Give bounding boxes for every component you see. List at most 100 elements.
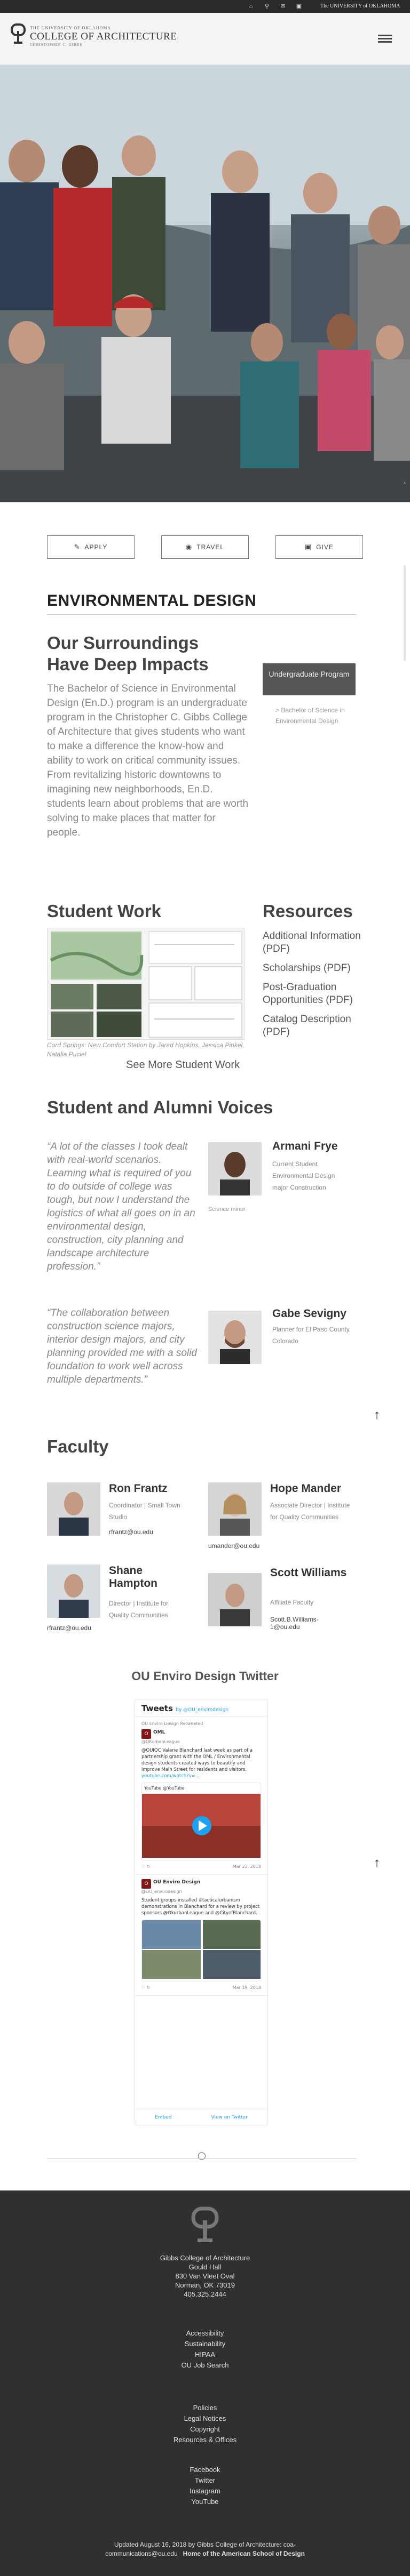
see-more-student-work-link[interactable]: See More Student Work [126,1059,240,1071]
hero-group-photo [0,65,410,502]
student-work-image[interactable] [47,928,245,1040]
search-icon[interactable]: ⚲ [264,3,270,10]
resources-heading: Resources [263,901,353,921]
faculty-email[interactable]: rfrantz@ou.edu [47,1624,91,1632]
tweet-photo-grid[interactable] [141,1920,261,1981]
avatar [47,1482,100,1536]
resource-link-additional-info[interactable]: Additional Information (PDF) [263,930,369,956]
back-to-top-arrow-icon[interactable]: ↑ [374,1856,380,1871]
back-to-top-arrow-icon[interactable]: ↑ [374,1408,380,1423]
youtube-link[interactable]: YouTube [0,2497,410,2507]
footer-address: Gibbs College of Architecture Gould Hall… [0,2253,410,2299]
mail-icon[interactable]: ✉ [280,3,286,10]
scroll-indicator-icon[interactable]: ▴ [404,480,406,485]
avatar [208,1482,262,1536]
site-header: THE UNIVERSITY OF OKLAHOMA COLLEGE OF AR… [0,13,410,65]
tweet[interactable]: O OU Enviro Design @OU_envirodesign Stude… [135,1875,267,1996]
tweet[interactable]: OU Enviro Design Retweeted O OML @OKurban… [135,1716,267,1875]
tweet-date[interactable]: Mar 19, 2018 [233,1985,261,1991]
student-work-heading: Student Work [47,901,161,921]
footer-contact-email[interactable]: communications@ou.edu [105,2550,178,2557]
avatar [208,1142,262,1195]
footer-updated-note: Updated August 16, 2018 by Gibbs College… [0,2540,410,2558]
voice-role: Planner for El Paso County, Colorado [272,1326,351,1345]
view-on-twitter-link[interactable]: View on Twitter [211,2115,247,2120]
faculty-email[interactable]: Scott.B.Williams-1@ou.edu [270,1616,319,1631]
footer-link[interactable]: Resources & Offices [0,2435,410,2445]
tweet-handle[interactable]: @OU_envirodesign [141,1889,261,1895]
tweet-link[interactable]: youtube.com/watch?v=... [141,1773,261,1779]
resource-link-catalog[interactable]: Catalog Description (PDF) [263,1013,369,1039]
faculty-email[interactable]: umander@ou.edu [208,1542,259,1550]
voice-quote: “The collaboration between construction … [47,1307,197,1385]
twitter-heading: OU Enviro Design Twitter [131,1669,279,1683]
ou-logo-icon[interactable] [191,2206,219,2244]
faculty-name: Shane Hampton [109,1564,157,1590]
gift-icon: ▣ [305,543,312,551]
footer-updated-line: Updated August 16, 2018 by Gibbs College… [114,2541,296,2548]
faculty-role: Director | Institute for Quality Communi… [109,1600,169,1619]
tweet-avatar: O [141,1879,151,1889]
twitter-widget-title: Tweets [141,1704,173,1713]
twitter-timeline-widget[interactable]: Tweets by @OU_envirodesign OU Enviro Des… [135,1699,268,2125]
voice-photo-caption: Science minor [208,1206,246,1213]
faculty-role: Coordinator | Small Town Studio [109,1502,180,1521]
edit-icon: ✎ [74,543,81,551]
travel-button[interactable]: ◉ TRAVEL [161,535,249,559]
footer-phone[interactable]: 405.325.2444 [0,2290,410,2299]
retweet-label: OU Enviro Design Retweeted [141,1721,203,1726]
hamburger-menu-button[interactable] [377,33,393,45]
footer-link[interactable]: Sustainability [0,2339,410,2349]
resource-link-post-grad[interactable]: Post-Graduation Opportunities (PDF) [263,981,369,1007]
travel-label: TRAVEL [196,543,225,551]
university-link[interactable]: The UNIVERSITY of OKLAHOMA [320,3,400,9]
footer-social-links: Facebook Twitter Instagram YouTube [0,2465,410,2507]
faculty-name: Scott Williams [270,1567,347,1579]
impact-heading: Our Surroundings Have Deep Impacts [47,633,209,674]
undergraduate-program-button[interactable]: Undergraduate Program [263,663,356,695]
avatar [208,1311,262,1364]
reply-icon[interactable]: ♡ ↻ [141,1864,150,1870]
tweet-meta: ♡ ↻ Mar 22, 2018 [141,1864,261,1870]
monitor-icon[interactable]: ▣ [296,3,302,10]
tweet-date[interactable]: Mar 22, 2018 [233,1864,261,1870]
voice-role: Current Student Environmental Design maj… [272,1160,335,1191]
faculty-email[interactable]: rfrantz@ou.edu [109,1528,153,1536]
voices-heading: Student and Alumni Voices [47,1097,273,1117]
apply-button[interactable]: ✎ APPLY [47,535,135,559]
embed-link[interactable]: Embed [155,2115,171,2120]
footer-link[interactable]: Accessibility [0,2328,410,2339]
instagram-link[interactable]: Instagram [0,2486,410,2497]
twitter-link[interactable]: Twitter [0,2475,410,2486]
ou-logo-icon[interactable] [11,23,26,45]
resource-link-scholarships[interactable]: Scholarships (PDF) [263,962,369,975]
tweet-avatar: O [141,1729,151,1739]
footer-address-line: 830 Van Vleet Oval [175,2272,235,2280]
tweet-author[interactable]: OU Enviro Design [153,1880,200,1885]
reply-icon[interactable]: ♡ ↻ [141,1985,150,1991]
footer-link[interactable]: OU Job Search [0,2360,410,2371]
tweet-text: @OUIQC Valarie Blanchard last week as pa… [141,1748,253,1772]
impact-body: The Bachelor of Science in Environmental… [47,683,249,838]
tweet-media-card[interactable]: YouTube @YouTube [141,1783,261,1860]
page-title: ENVIRONMENTAL DESIGN [47,592,257,609]
footer-link[interactable]: Copyright [0,2424,410,2435]
voice-name: Armani Frye [272,1140,338,1152]
tweet-author[interactable]: OML [153,1730,165,1735]
bachelor-program-link[interactable]: > Bachelor of Science in Environmental D… [275,705,356,726]
logo-title[interactable]: COLLEGE OF ARCHITECTURE [30,31,177,43]
faculty-name: Ron Frantz [109,1482,168,1495]
footer-link[interactable]: HIPAA [0,2349,410,2360]
twitter-widget-by[interactable]: by @OU_envirodesign [176,1707,228,1713]
faculty-role: Affiliate Faculty [270,1599,314,1606]
tweet-handle[interactable]: @OKurbanLeague [141,1739,261,1745]
site-footer: Gibbs College of Architecture Gould Hall… [0,2190,410,2576]
scrollbar-track[interactable] [404,565,406,661]
give-button[interactable]: ▣ GIVE [275,535,363,559]
twitter-widget-header: Tweets by @OU_envirodesign [135,1699,267,1716]
facebook-link[interactable]: Facebook [0,2465,410,2475]
footer-link[interactable]: Policies [0,2403,410,2413]
footer-link[interactable]: Legal Notices [0,2413,410,2424]
twitter-widget-footer: Embed View on Twitter [135,2109,267,2125]
home-icon[interactable]: ⌂ [248,3,254,10]
